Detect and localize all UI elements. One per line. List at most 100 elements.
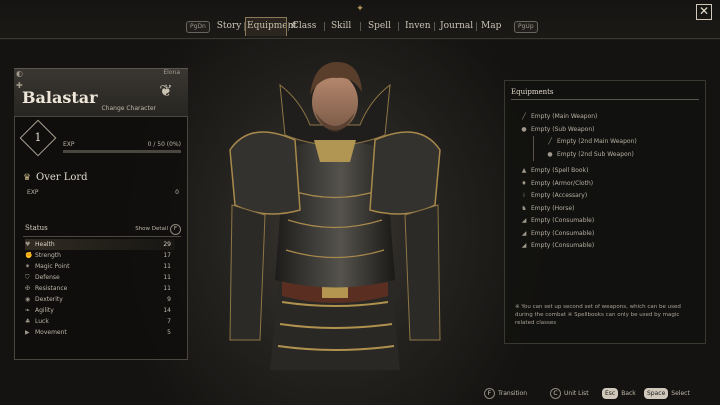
show-detail-button[interactable]: Show Detail F [135,224,181,235]
potion-icon: ◢ [521,242,527,249]
stat-label: Strength [35,252,61,259]
stat-label: Defense [35,274,60,281]
slot-label: Empty (Consumable) [531,242,595,249]
slot-consumable-3[interactable]: ◢ Empty (Consumable) [517,240,701,253]
eye-icon: ◉ [25,296,31,303]
slot-label: Empty (Accessary) [531,192,588,199]
slot-2nd-main-weapon[interactable]: ╱ Empty (2nd Main Weapon) [517,136,701,149]
character-name: Balastar [22,88,98,107]
heart-icon: ♥ [25,241,31,248]
stat-value: 5 [167,329,171,336]
stat-row-movement[interactable]: ▶ Movement 5 [25,327,175,338]
nav-divider [360,22,361,31]
slot-spell-book[interactable]: ▲ Empty (Spell Book) [517,165,701,178]
stat-label: Luck [35,318,49,325]
stat-row-luck[interactable]: ♣ Luck 7 [25,316,175,327]
slot-consumable-1[interactable]: ◢ Empty (Consumable) [517,215,701,228]
next-tab-key[interactable]: PgUp [514,21,538,33]
class-name: Over Lord [36,172,88,183]
tab-story[interactable]: Story [216,18,242,34]
slot-accessary[interactable]: ⁞ Empty (Accessary) [517,190,701,203]
slot-armor[interactable]: ♦ Empty (Armor/Cloth) [517,178,701,191]
class-exp-label: EXP [27,189,39,196]
buckler-icon: ● [521,125,527,133]
buckler-icon: ● [547,150,553,158]
slot-label: Empty (Consumable) [531,217,595,224]
potion-icon: ◢ [521,217,527,224]
prev-tab-key[interactable]: PgDn [186,21,210,33]
hint-key: Space [644,388,669,399]
stat-value: 11 [163,263,171,270]
equipment-title: Equipments [511,88,554,96]
close-button[interactable]: ✕ [696,4,712,20]
sword-icon: ╱ [548,138,552,145]
slot-horse[interactable]: ♞ Empty (Horse) [517,203,701,216]
character-panel: ◐ ✚ Elona Balastar ❦ Change Character 1 … [14,68,188,360]
hint-label: Unit List [564,390,589,397]
slot-label: Empty (Main Weapon) [531,113,598,120]
stat-label: Health [35,241,55,248]
stat-row-agility[interactable]: ❧ Agility 14 [25,305,175,316]
stat-value: 17 [163,252,171,259]
eagle-emblem-icon: ❦ [159,81,173,100]
slot-label: Empty (Horse) [531,204,575,212]
slot-consumable-2[interactable]: ◢ Empty (Consumable) [517,228,701,241]
stat-value: 29 [163,241,171,248]
stat-label: Dexterity [35,296,63,303]
hint-transition[interactable]: F Transition [484,386,527,402]
tab-skill[interactable]: Skill [331,18,351,34]
class-row: ♛ Over Lord [23,172,88,183]
exp-value: 0 / 50 (0%) [147,141,181,148]
main-nav: PgDn Story Equipment Class Skill Spell I… [0,17,720,36]
stat-row-health[interactable]: ♥ Health 29 [25,239,175,250]
tab-map[interactable]: Map [481,18,501,34]
top-bar: ✦ PgDn Story Equipment Class Skill Spell… [0,0,720,40]
boot-icon: ▶ [25,329,30,336]
stat-label: Magic Point [35,263,70,270]
slot-label: Empty (2nd Main Weapon) [557,138,637,145]
stat-label: Resistance [35,285,68,292]
stat-row-defense[interactable]: ⛉ Defense 11 [25,272,175,283]
slot-sub-weapon[interactable]: ● Empty (Sub Weapon) [517,124,701,137]
book-icon: ▲ [521,167,527,174]
tab-journal[interactable]: Journal [440,18,473,34]
stat-value: 11 [163,274,171,281]
stat-row-dexterity[interactable]: ◉ Dexterity 9 [25,294,175,305]
exp-label: EXP [63,141,75,148]
tab-spell[interactable]: Spell [368,18,391,34]
stat-row-resistance[interactable]: ✠ Resistance 11 [25,283,175,294]
character-header: ◐ ✚ Elona Balastar ❦ Change Character [14,68,188,117]
hint-label: Select [671,390,690,397]
character-model [229,62,441,370]
slot-main-weapon[interactable]: ╱ Empty (Main Weapon) [517,111,701,124]
armor-icon: ♦ [521,179,527,187]
character-stats-body: 1 EXP 0 / 50 (0%) ♛ Over Lord EXP 0 Statu… [14,116,188,360]
stat-value: 11 [163,285,171,292]
tab-equipment[interactable]: Equipment [245,17,297,36]
resist-icon: ✠ [25,285,31,292]
slot-label: Empty (Armor/Cloth) [531,179,594,187]
horse-icon: ♞ [521,204,527,212]
top-divider [0,38,720,39]
change-character-button[interactable]: Change Character [101,105,156,112]
slot-2nd-sub-weapon[interactable]: ● Empty (2nd Sub Weapon) [517,148,701,162]
hint-key: C [550,388,561,399]
tab-class[interactable]: Class [292,18,316,34]
exp-progress-bar [63,150,181,153]
stat-row-strength[interactable]: ✊ Strength 17 [25,250,175,261]
companion-name[interactable]: Elona [163,69,180,76]
hint-back[interactable]: Esc Back [602,386,636,402]
equipment-list: ╱ Empty (Main Weapon) ● Empty (Sub Weapon)… [517,111,701,253]
magic-icon: ✷ [25,263,31,270]
equipment-divider [511,99,699,100]
prev-character-key-icon[interactable]: ◐ [16,69,23,78]
stat-row-magic-point[interactable]: ✷ Magic Point 11 [25,261,175,272]
nav-divider [476,22,477,31]
hint-unit-list[interactable]: C Unit List [550,386,589,402]
status-title: Status [25,224,48,232]
hint-label: Back [621,390,636,397]
tab-inven[interactable]: Inven [405,18,431,34]
stat-value: 9 [167,296,171,303]
show-detail-key: F [170,224,181,235]
hint-select[interactable]: Space Select [644,386,690,402]
